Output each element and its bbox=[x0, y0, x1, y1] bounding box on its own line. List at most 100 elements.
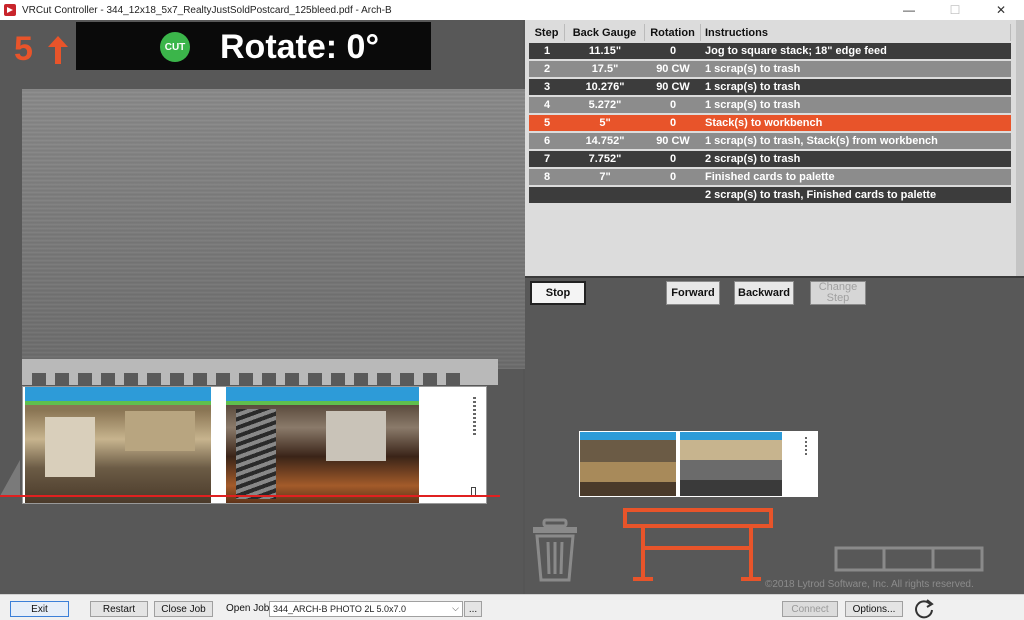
cell-rotation: 0 bbox=[645, 115, 701, 131]
postcard-photo-stairs bbox=[226, 387, 419, 503]
table-row[interactable]: 4 5.272" 0 1 scrap(s) to trash bbox=[529, 97, 1011, 113]
title-bar: VRCut Controller - 344_12x18_5x7_RealtyJ… bbox=[0, 0, 1024, 20]
table-row[interactable]: 7 7.752" 0 2 scrap(s) to trash bbox=[529, 151, 1011, 167]
cutter-bed bbox=[22, 89, 527, 369]
chevron-down-icon: ⌵ bbox=[452, 603, 459, 613]
column-header-step[interactable]: Step bbox=[529, 24, 565, 41]
refresh-icon[interactable] bbox=[913, 598, 935, 620]
table-row[interactable]: 3 10.276" 90 CW 1 scrap(s) to trash bbox=[529, 79, 1011, 95]
table-row[interactable]: 1 11.15" 0 Jog to square stack; 18" edge… bbox=[529, 43, 1011, 59]
cell-rotation: 90 CW bbox=[645, 61, 701, 77]
table-scrollbar[interactable] bbox=[1016, 20, 1024, 276]
cell-rotation: 0 bbox=[645, 151, 701, 167]
column-header-instructions[interactable]: Instructions bbox=[701, 24, 1011, 41]
cutter-stage: 5 CUT Rotate: 0° bbox=[0, 20, 527, 594]
main-area: 5 CUT Rotate: 0° Step Back Gauge Rotatio… bbox=[0, 20, 1024, 594]
step-table-panel: Step Back Gauge Rotation Instructions 1 … bbox=[525, 20, 1024, 276]
preview-photo-right bbox=[680, 432, 782, 496]
cell-back-gauge: 5.272" bbox=[565, 97, 645, 113]
step-table: Step Back Gauge Rotation Instructions 1 … bbox=[529, 22, 1011, 205]
cut-line bbox=[0, 495, 500, 497]
bottom-toolbar: Exit Restart Close Job Open Job: 344_ARC… bbox=[0, 594, 1024, 620]
rotate-instruction: Rotate: 0° bbox=[220, 28, 380, 66]
cell-instructions: 1 scrap(s) to trash bbox=[701, 97, 1011, 113]
preview-photo-left bbox=[580, 432, 676, 496]
palette-icon bbox=[834, 546, 984, 572]
rotate-header: CUT Rotate: 0° bbox=[76, 22, 431, 70]
table-row[interactable]: 2 scrap(s) to trash, Finished cards to p… bbox=[529, 187, 1011, 203]
cell-instructions: Finished cards to palette bbox=[701, 169, 1011, 185]
cell-rotation: 0 bbox=[645, 43, 701, 59]
clamp-teeth bbox=[32, 373, 492, 385]
cell-back-gauge: 7" bbox=[565, 169, 645, 185]
table-header-row: Step Back Gauge Rotation Instructions bbox=[529, 24, 1011, 41]
backward-button[interactable]: Backward bbox=[734, 281, 794, 305]
cell-step: 2 bbox=[529, 61, 565, 77]
browse-button[interactable]: ... bbox=[464, 601, 482, 617]
table-row[interactable]: 2 17.5" 90 CW 1 scrap(s) to trash bbox=[529, 61, 1011, 77]
cell-rotation: 0 bbox=[645, 169, 701, 185]
table-row[interactable]: 8 7" 0 Finished cards to palette bbox=[529, 169, 1011, 185]
cell-instructions: Jog to square stack; 18" edge feed bbox=[701, 43, 1011, 59]
cell-step: 6 bbox=[529, 133, 565, 149]
window-title: VRCut Controller - 344_12x18_5x7_RealtyJ… bbox=[22, 4, 392, 16]
change-step-button[interactable]: Change Step bbox=[810, 281, 866, 305]
maximize-button[interactable]: ☐ bbox=[932, 0, 978, 20]
cell-back-gauge: 7.752" bbox=[565, 151, 645, 167]
current-step-number: 5 bbox=[14, 30, 33, 68]
close-job-button[interactable]: Close Job bbox=[154, 601, 213, 617]
stack-preview bbox=[579, 431, 818, 497]
column-header-back-gauge[interactable]: Back Gauge bbox=[565, 24, 645, 41]
stop-button[interactable]: Stop bbox=[530, 281, 586, 305]
cell-back-gauge: 10.276" bbox=[565, 79, 645, 95]
trash-icon bbox=[533, 518, 577, 582]
cell-instructions: Stack(s) to workbench bbox=[701, 115, 1011, 131]
restart-button[interactable]: Restart bbox=[90, 601, 148, 617]
cell-step: 4 bbox=[529, 97, 565, 113]
cell-rotation: 90 CW bbox=[645, 79, 701, 95]
cell-rotation: 0 bbox=[645, 97, 701, 113]
cell-instructions: 1 scrap(s) to trash bbox=[701, 79, 1011, 95]
cut-badge: CUT bbox=[160, 32, 190, 62]
copyright-text: ©2018 Lytrod Software, Inc. All rights r… bbox=[765, 579, 974, 590]
cell-back-gauge: 11.15" bbox=[565, 43, 645, 59]
cell-instructions: 2 scrap(s) to trash bbox=[701, 151, 1011, 167]
cell-instructions: 1 scrap(s) to trash bbox=[701, 61, 1011, 77]
app-icon bbox=[4, 4, 16, 16]
table-row-active[interactable]: 5 5" 0 Stack(s) to workbench bbox=[529, 115, 1011, 131]
minimize-button[interactable]: — bbox=[886, 0, 932, 20]
cell-rotation bbox=[645, 187, 701, 203]
column-header-rotation[interactable]: Rotation bbox=[645, 24, 701, 41]
paper-stack bbox=[22, 386, 487, 504]
cell-back-gauge: 5" bbox=[565, 115, 645, 131]
cell-step: 5 bbox=[529, 115, 565, 131]
cell-instructions: 2 scrap(s) to trash, Finished cards to p… bbox=[701, 187, 1011, 203]
side-guide bbox=[0, 460, 20, 496]
cell-step: 3 bbox=[529, 79, 565, 95]
cell-step: 1 bbox=[529, 43, 565, 59]
open-job-select[interactable]: 344_ARCH-B PHOTO 2L 5.0x7.0 ⌵ bbox=[269, 601, 463, 617]
postcard-photo-kitchen bbox=[25, 387, 211, 503]
open-job-label: Open Job: bbox=[226, 603, 273, 614]
options-button[interactable]: Options... bbox=[845, 601, 903, 617]
preview-side-text bbox=[805, 437, 807, 457]
table-row[interactable]: 6 14.752" 90 CW 1 scrap(s) to trash, Sta… bbox=[529, 133, 1011, 149]
arrow-up-icon bbox=[48, 36, 68, 64]
cell-back-gauge: 17.5" bbox=[565, 61, 645, 77]
cell-step: 7 bbox=[529, 151, 565, 167]
cell-back-gauge bbox=[565, 187, 645, 203]
cell-step: 8 bbox=[529, 169, 565, 185]
exit-button[interactable]: Exit bbox=[10, 601, 69, 617]
control-panel: Stop Forward Backward Change Step ©2018 … bbox=[525, 276, 1024, 594]
cell-back-gauge: 14.752" bbox=[565, 133, 645, 149]
cell-instructions: 1 scrap(s) to trash, Stack(s) from workb… bbox=[701, 133, 1011, 149]
sheet-side-text bbox=[473, 397, 476, 437]
cell-step bbox=[529, 187, 565, 203]
connect-button[interactable]: Connect bbox=[782, 601, 838, 617]
open-job-value: 344_ARCH-B PHOTO 2L 5.0x7.0 bbox=[273, 604, 407, 614]
forward-button[interactable]: Forward bbox=[666, 281, 720, 305]
cell-rotation: 90 CW bbox=[645, 133, 701, 149]
window-controls: — ☐ ✕ bbox=[886, 0, 1024, 20]
workbench-icon bbox=[623, 508, 773, 581]
close-window-button[interactable]: ✕ bbox=[978, 0, 1024, 20]
